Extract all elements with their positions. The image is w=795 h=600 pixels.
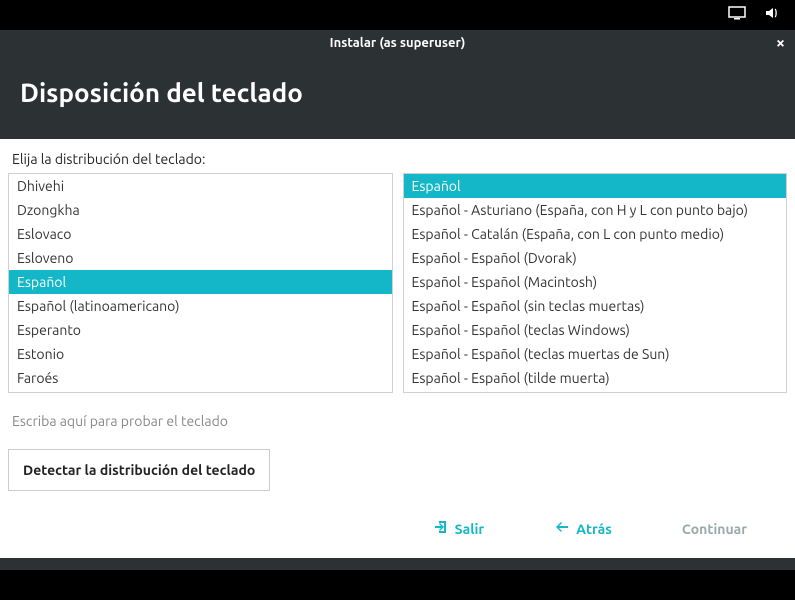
list-item[interactable]: Español - Español (sin teclas muertas) xyxy=(404,294,787,318)
list-item[interactable]: Dzongkha xyxy=(9,198,392,222)
list-item[interactable]: Español - Español (tilde muerta) xyxy=(404,366,787,390)
layout-listbox[interactable]: DhivehiDzongkhaEslovacoEslovenoEspañolEs… xyxy=(8,173,393,393)
quit-button[interactable]: Salir xyxy=(433,519,485,538)
bottom-bar xyxy=(0,558,795,570)
back-label: Atrás xyxy=(576,521,612,537)
list-item[interactable]: Español - Español (Dvorak) xyxy=(404,246,787,270)
close-icon[interactable]: × xyxy=(776,34,785,52)
page-title: Disposición del teclado xyxy=(20,78,775,107)
window-title: Instalar (as superuser) xyxy=(330,36,466,50)
window-titlebar: Instalar (as superuser) × xyxy=(0,30,795,56)
volume-icon[interactable] xyxy=(764,5,780,25)
list-item[interactable]: Español xyxy=(404,174,787,198)
system-topbar xyxy=(0,0,795,30)
list-item[interactable]: Dhivehi xyxy=(9,174,392,198)
layout-lists: DhivehiDzongkhaEslovacoEslovenoEspañolEs… xyxy=(8,173,787,393)
arrow-left-icon xyxy=(554,519,570,538)
display-icon[interactable] xyxy=(728,6,746,24)
detect-layout-button[interactable]: Detectar la distribución del teclado xyxy=(8,449,270,491)
list-item[interactable]: Eslovaco xyxy=(9,222,392,246)
list-item[interactable]: Esloveno xyxy=(9,246,392,270)
list-item[interactable]: Español - Español (teclas Windows) xyxy=(404,318,787,342)
installer-window: Instalar (as superuser) × Disposición de… xyxy=(0,30,795,558)
list-item[interactable]: Esperanto xyxy=(9,318,392,342)
variant-listbox[interactable]: EspañolEspañol - Asturiano (España, con … xyxy=(403,173,788,393)
list-item[interactable]: Español - Asturiano (España, con H y L c… xyxy=(404,198,787,222)
list-item[interactable]: Faroés xyxy=(9,366,392,390)
list-item[interactable]: Español - Catalán (España, con L con pun… xyxy=(404,222,787,246)
exit-icon xyxy=(433,519,449,538)
keyboard-test-input[interactable] xyxy=(8,407,787,435)
page-header: Disposición del teclado xyxy=(0,56,795,139)
continue-button[interactable]: Continuar xyxy=(682,521,747,537)
back-button[interactable]: Atrás xyxy=(554,519,612,538)
list-item[interactable]: Español - Español (teclas muertas de Sun… xyxy=(404,342,787,366)
list-item[interactable]: Español xyxy=(9,270,392,294)
list-item[interactable]: Español - Español (Macintosh) xyxy=(404,270,787,294)
continue-label: Continuar xyxy=(682,521,747,537)
prompt-label: Elija la distribución del teclado: xyxy=(8,147,787,173)
footer-nav: Salir Atrás Continuar xyxy=(8,491,787,548)
quit-label: Salir xyxy=(455,521,485,537)
content-area: Elija la distribución del teclado: Dhive… xyxy=(0,139,795,558)
list-item[interactable]: Estonio xyxy=(9,342,392,366)
list-item[interactable]: Español (latinoamericano) xyxy=(9,294,392,318)
